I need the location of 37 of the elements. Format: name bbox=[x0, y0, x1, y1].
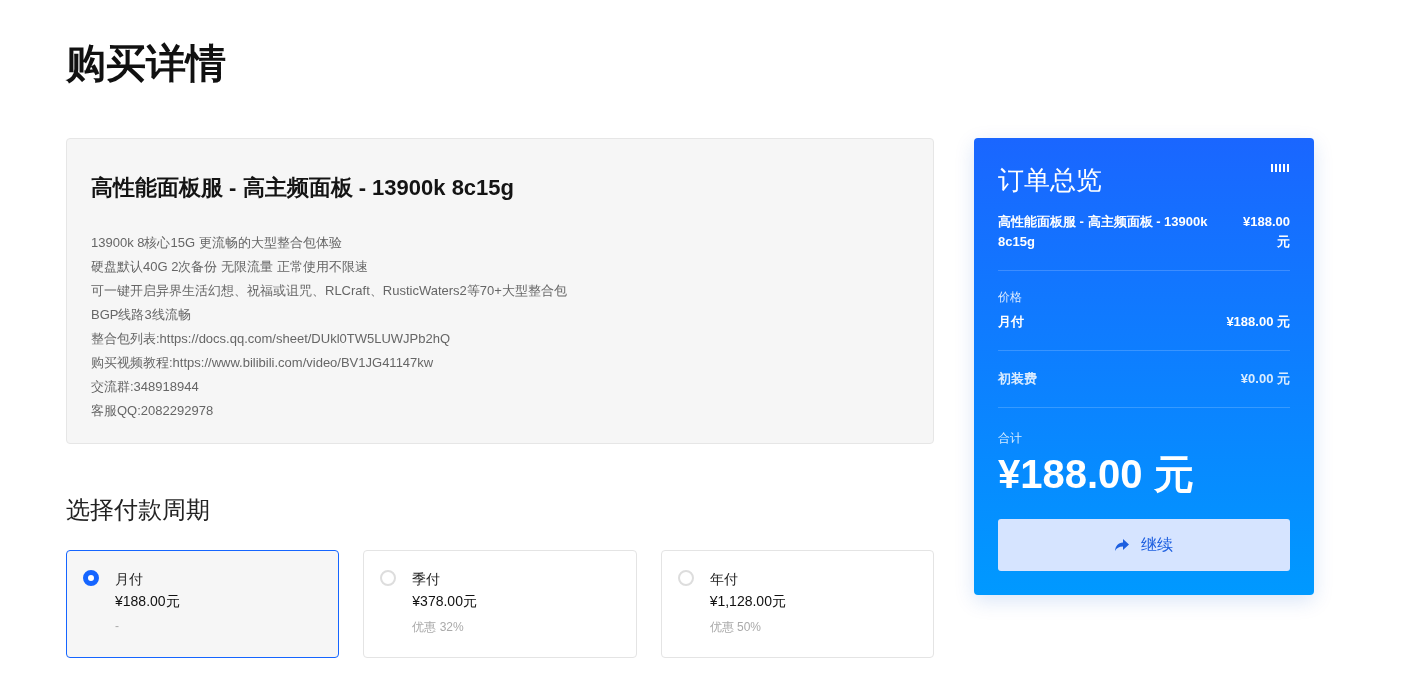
radio-button[interactable] bbox=[83, 570, 99, 586]
share-arrow-icon bbox=[1115, 539, 1129, 551]
option-price: ¥378.00元 bbox=[412, 592, 477, 611]
description-line: BGP线路3线流畅 bbox=[91, 306, 192, 324]
option-label: 季付 bbox=[412, 570, 442, 589]
total-label: 合计 bbox=[998, 430, 1023, 447]
discount-note: 优惠 32% bbox=[412, 619, 465, 636]
description-line: 客服QQ:2082292978 bbox=[91, 402, 215, 420]
billing-option[interactable]: 年付 ¥1,128.00元 优惠 50% bbox=[660, 550, 934, 658]
description-line: 13900k 8核心15G 更流畅的大型整合包体验 bbox=[91, 234, 343, 252]
total-amount: ¥188.00 元 bbox=[998, 451, 1195, 498]
discount-note: 优惠 50% bbox=[709, 619, 762, 636]
price-label: 价格 bbox=[998, 289, 1023, 306]
cycle-price: ¥188.00 元 bbox=[1226, 313, 1290, 331]
summary-title: 订单总览 bbox=[998, 164, 1102, 197]
option-label: 年付 bbox=[709, 570, 739, 589]
option-label: 月付 bbox=[115, 570, 144, 589]
section-heading: 选择付款周期 bbox=[66, 495, 211, 525]
bars-icon bbox=[1271, 164, 1290, 172]
option-price: ¥1,128.00元 bbox=[709, 592, 786, 611]
billing-cycle: 月付 bbox=[998, 313, 1024, 331]
description-line: 可一键开启异界生活幻想、祝福或诅咒、RLCraft、RusticWaters2等70+大型整合包 bbox=[91, 282, 568, 300]
description-line: 整合包列表:https://docs.qq.com/sheet/DUkl0TW5LUWJPb2hQ bbox=[91, 330, 452, 348]
setup-fee-label: 初装费 bbox=[998, 370, 1037, 388]
product-title: 高性能面板服 - 高主频面板 - 13900k 8c15g bbox=[91, 174, 515, 202]
page-title: 购买详情 bbox=[66, 40, 227, 87]
setup-fee-price: ¥0.00 元 bbox=[1240, 370, 1290, 388]
item-name: 高性能面板服 - 高主频面板 - 13900k 8c15g bbox=[998, 213, 1209, 251]
item-price: ¥188.00 元 bbox=[1242, 213, 1290, 251]
option-price: ¥188.00元 bbox=[115, 592, 180, 611]
billing-option[interactable]: 月付 ¥188.00元 - bbox=[66, 550, 340, 658]
description-line: 购买视频教程:https://www.bilibili.com/video/BV1JG41147kw bbox=[91, 354, 435, 372]
continue-button[interactable]: 继续 bbox=[998, 519, 1290, 571]
discount-note: - bbox=[115, 619, 120, 633]
billing-option[interactable]: 季付 ¥378.00元 优惠 32% bbox=[363, 550, 637, 658]
description-line: 硬盘默认40G 2次备份 无限流量 正常使用不限速 bbox=[91, 258, 369, 276]
description-line: 交流群:348918944 bbox=[91, 378, 200, 396]
